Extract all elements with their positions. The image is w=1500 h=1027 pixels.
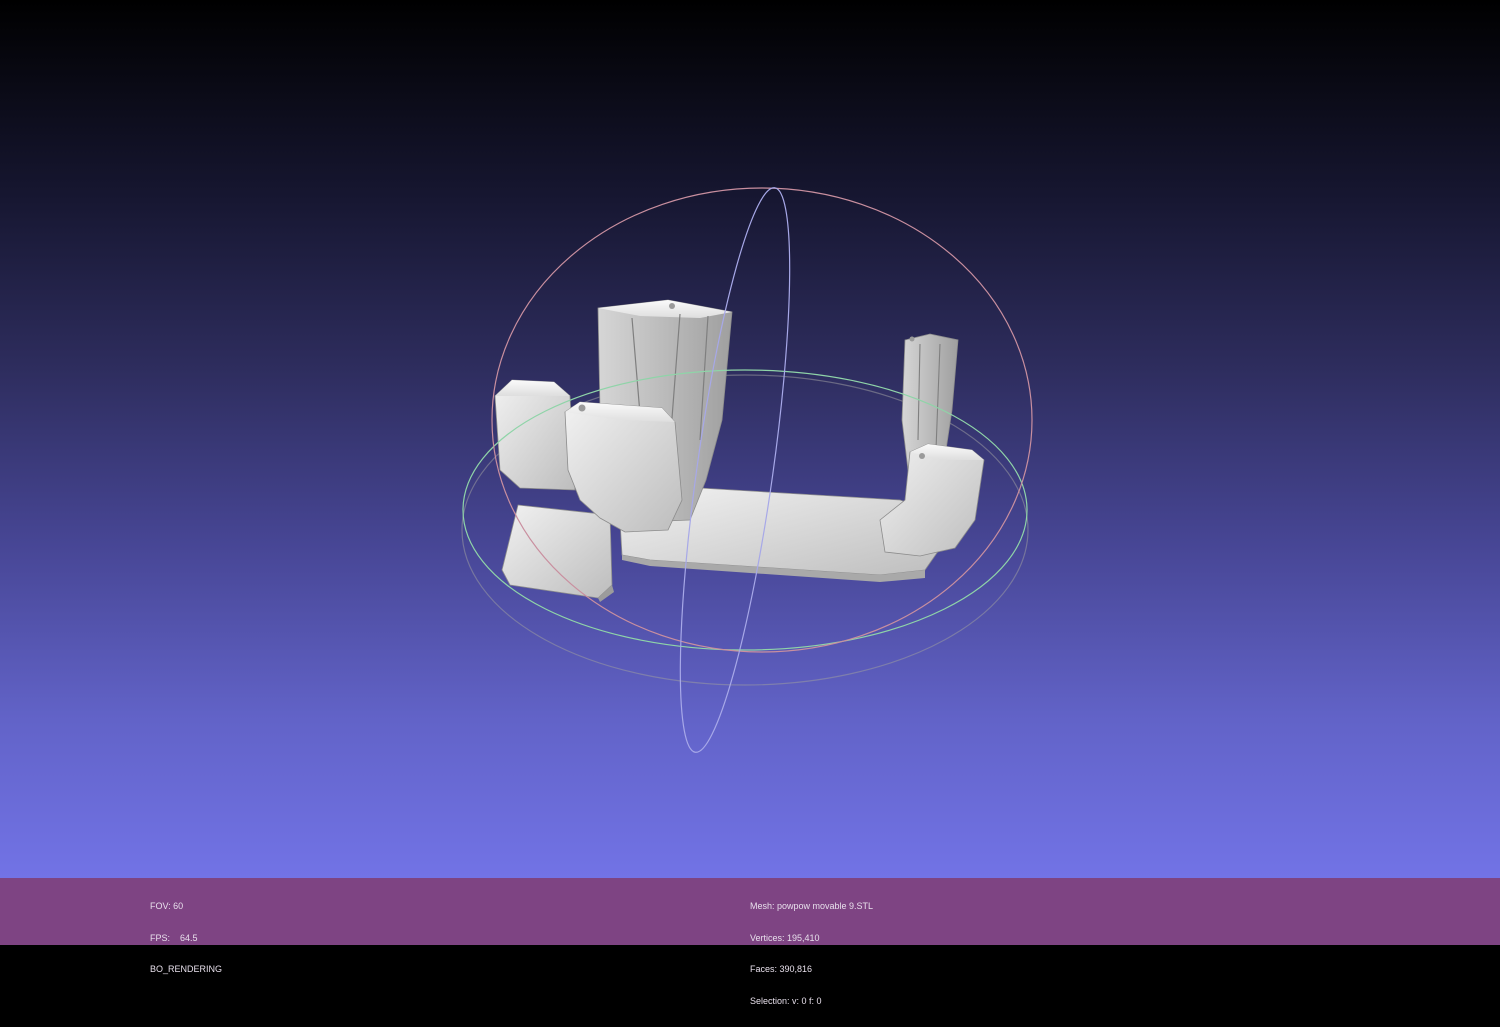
selection-readout: Selection: v: 0 f: 0 xyxy=(750,995,822,1006)
mesh-left-block-top xyxy=(495,380,570,396)
status-bar: FOV: 60 FPS: 64.5 BO_RENDERING Mesh: pow… xyxy=(0,878,1500,1006)
fov-readout: FOV: 60 xyxy=(150,901,184,911)
mesh-screw-hole xyxy=(919,453,925,459)
faces-readout: Faces: 390,816 xyxy=(750,964,813,974)
render-info: FOV: 60 FPS: 64.5 BO_RENDERING xyxy=(150,880,222,996)
mesh-model[interactable] xyxy=(494,299,985,602)
vertices-readout: Vertices: 195,410 xyxy=(750,932,820,943)
fps-readout: FPS: 64.5 xyxy=(150,932,198,943)
mesh-screw-hole xyxy=(578,404,586,412)
mesh-info: Mesh: powpow movable 9.STL Vertices: 195… xyxy=(750,880,873,1027)
mesh-name-readout: Mesh: powpow movable 9.STL xyxy=(750,901,874,911)
mesh-left-tab xyxy=(501,504,613,599)
3d-viewport[interactable] xyxy=(0,0,1500,878)
mesh-screw-hole xyxy=(669,303,675,309)
mesh-screw-hole xyxy=(909,336,915,342)
mesh-scene[interactable] xyxy=(0,0,1500,878)
render-mode-readout: BO_RENDERING xyxy=(150,964,223,974)
